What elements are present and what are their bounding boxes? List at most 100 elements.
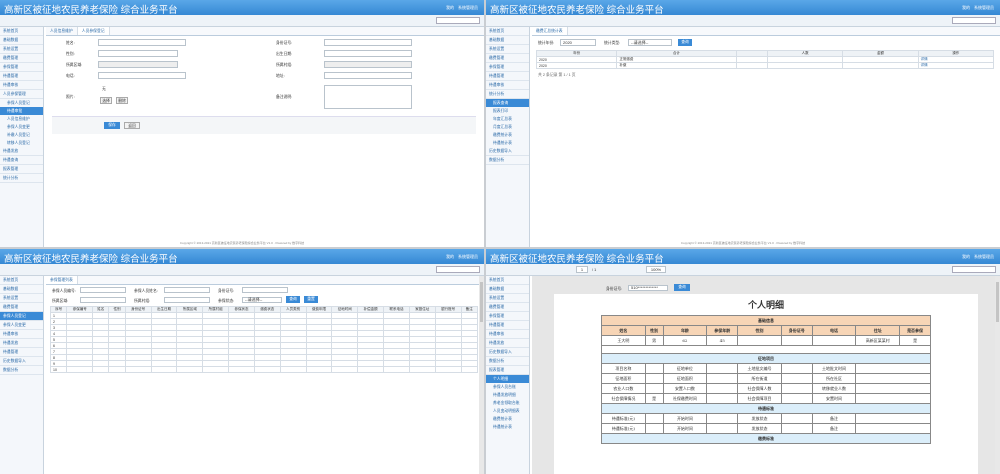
phone-field[interactable]: [98, 72, 186, 79]
search-input[interactable]: [436, 17, 480, 24]
query-button[interactable]: 查询: [674, 284, 690, 291]
idcard-query-field[interactable]: 510*************: [628, 285, 668, 291]
year-select[interactable]: 2020: [560, 39, 596, 46]
sidebar-subitem[interactable]: 养老金领取台账: [486, 399, 529, 407]
sidebar-subitem[interactable]: 月度汇总表: [486, 123, 529, 131]
user-links[interactable]: 我的 系统管理员: [442, 254, 478, 260]
type-select[interactable]: --请选择--: [628, 39, 672, 46]
upload-button[interactable]: 选择: [100, 97, 112, 104]
sidebar-item[interactable]: 待遇发放: [486, 339, 529, 348]
query-button[interactable]: 查询: [286, 296, 300, 303]
page-input[interactable]: 1: [576, 266, 588, 273]
area-select[interactable]: [80, 297, 126, 303]
search-input[interactable]: [952, 266, 996, 273]
sidebar-item[interactable]: 待遇审核: [486, 330, 529, 339]
sidebar-item[interactable]: 系统首页: [486, 276, 529, 285]
addr-field[interactable]: [324, 72, 412, 79]
delete-button[interactable]: 删除: [116, 97, 128, 104]
pager[interactable]: 共 2 条记录 第 1 / 1 页: [538, 73, 576, 78]
sidebar-item[interactable]: 参保管理: [486, 312, 529, 321]
sidebar-item[interactable]: 系统首页: [486, 27, 529, 36]
save-button[interactable]: 保存: [104, 122, 120, 129]
name-field[interactable]: [98, 39, 186, 46]
sidebar-item[interactable]: 系统设置: [486, 294, 529, 303]
sidebar-item[interactable]: 待遇发放: [0, 339, 43, 348]
sidebar-item[interactable]: 待遇审核: [486, 81, 529, 90]
sidebar-subitem[interactable]: 缴费统计表: [486, 415, 529, 423]
sidebar-item[interactable]: 待遇发放: [0, 147, 43, 156]
sidebar-item[interactable]: 人员参保管理: [0, 90, 43, 99]
sidebar-subitem[interactable]: 参保人员台账: [486, 383, 529, 391]
sidebar-item[interactable]: 参保管理: [0, 63, 43, 72]
sidebar-item[interactable]: 参保人员变更: [0, 321, 43, 330]
sidebar-item[interactable]: 缴费管理: [0, 303, 43, 312]
sidebar-item[interactable]: 系统设置: [486, 45, 529, 54]
sidebar-item[interactable]: 参保管理: [486, 63, 529, 72]
gender-select[interactable]: [98, 50, 178, 57]
sidebar-subitem-active[interactable]: 待遇审批: [0, 107, 43, 115]
sidebar-subitem-active[interactable]: 个人明细: [486, 375, 529, 383]
sidebar-item[interactable]: 报表管理: [486, 366, 529, 375]
sidebar-item[interactable]: 系统首页: [0, 27, 43, 36]
sidebar-subitem[interactable]: 缴费统计表: [486, 131, 529, 139]
idcard-field[interactable]: [324, 39, 412, 46]
table-row[interactable]: 10: [49, 366, 479, 373]
sidebar-subitem[interactable]: 参保人员登记: [0, 99, 43, 107]
sidebar-item[interactable]: 系统首页: [0, 276, 43, 285]
tab-pay-summary[interactable]: 缴费汇总统计表: [532, 27, 568, 35]
tab-person-info[interactable]: 人员信息维护: [46, 27, 78, 35]
sidebar-item[interactable]: 基础数据: [0, 36, 43, 45]
back-button[interactable]: 返回: [124, 122, 140, 129]
sidebar-item[interactable]: 数据分析: [486, 357, 529, 366]
sidebar-subitem[interactable]: 补缴人员登记: [0, 131, 43, 139]
sidebar-item[interactable]: 待遇管理: [0, 72, 43, 81]
sidebar-item[interactable]: 统计分析: [486, 90, 529, 99]
sidebar-item[interactable]: 基础数据: [0, 285, 43, 294]
sidebar-item[interactable]: 基础数据: [486, 36, 529, 45]
sidebar-subitem[interactable]: 参保人员变更: [0, 123, 43, 131]
reset-button[interactable]: 重置: [304, 296, 318, 303]
tab-person-register[interactable]: 人员参保登记: [77, 27, 110, 35]
sidebar-item[interactable]: 缴费管理: [0, 54, 43, 63]
village-select[interactable]: [324, 61, 412, 68]
sidebar-subitem[interactable]: 人员信息维护: [0, 115, 43, 123]
sidebar-item[interactable]: 缴费管理: [486, 303, 529, 312]
sidebar-item[interactable]: 基础数据: [486, 285, 529, 294]
sidebar-subitem[interactable]: 年度汇总表: [486, 115, 529, 123]
sidebar-item[interactable]: 待遇查询: [0, 156, 43, 165]
sidebar-subitem[interactable]: 待遇统计表: [486, 139, 529, 147]
search-input[interactable]: [436, 266, 480, 273]
birth-field[interactable]: [324, 50, 412, 57]
insured-no-field[interactable]: [80, 287, 126, 293]
sidebar-item[interactable]: 数据分析: [0, 366, 43, 375]
zoom-select[interactable]: 100%: [646, 266, 666, 273]
sidebar-item[interactable]: 统计分析: [0, 174, 43, 183]
insured-name-field[interactable]: [164, 287, 210, 293]
sidebar-item[interactable]: 历史数据导入: [486, 147, 529, 156]
sidebar-subitem[interactable]: 待遇发放明细: [486, 391, 529, 399]
query-button[interactable]: 查询: [678, 39, 692, 46]
status-select[interactable]: --请选择--: [242, 297, 282, 303]
search-input[interactable]: [952, 17, 996, 24]
sidebar-item[interactable]: 待遇管理: [486, 72, 529, 81]
idcard-field[interactable]: [242, 287, 288, 293]
village-select[interactable]: [164, 297, 210, 303]
area-select[interactable]: [98, 61, 178, 68]
sidebar-item[interactable]: 系统设置: [0, 45, 43, 54]
sidebar-item[interactable]: 待遇审核: [0, 81, 43, 90]
vertical-scrollbar[interactable]: [479, 276, 484, 474]
sidebar-item-active[interactable]: 参保人员登记: [0, 312, 43, 321]
sidebar-item[interactable]: 历史数据导入: [0, 357, 43, 366]
detail-link[interactable]: 详情: [917, 62, 995, 69]
sidebar-subitem[interactable]: 转移人员登记: [0, 139, 43, 147]
sidebar-item[interactable]: 数据分析: [486, 156, 529, 165]
tab-insured-list[interactable]: 参保管理列表: [46, 276, 78, 284]
sidebar-item[interactable]: 待遇管理: [486, 321, 529, 330]
sidebar-item[interactable]: 待遇审核: [0, 330, 43, 339]
sidebar-item[interactable]: 历史数据导入: [486, 348, 529, 357]
sidebar-subitem[interactable]: 人员变动明细表: [486, 407, 529, 415]
sidebar-item[interactable]: 报表管理: [0, 165, 43, 174]
vertical-scrollbar[interactable]: [995, 276, 1000, 474]
sidebar-subitem[interactable]: 报表打印: [486, 107, 529, 115]
sidebar-subitem[interactable]: 待遇统计表: [486, 423, 529, 431]
